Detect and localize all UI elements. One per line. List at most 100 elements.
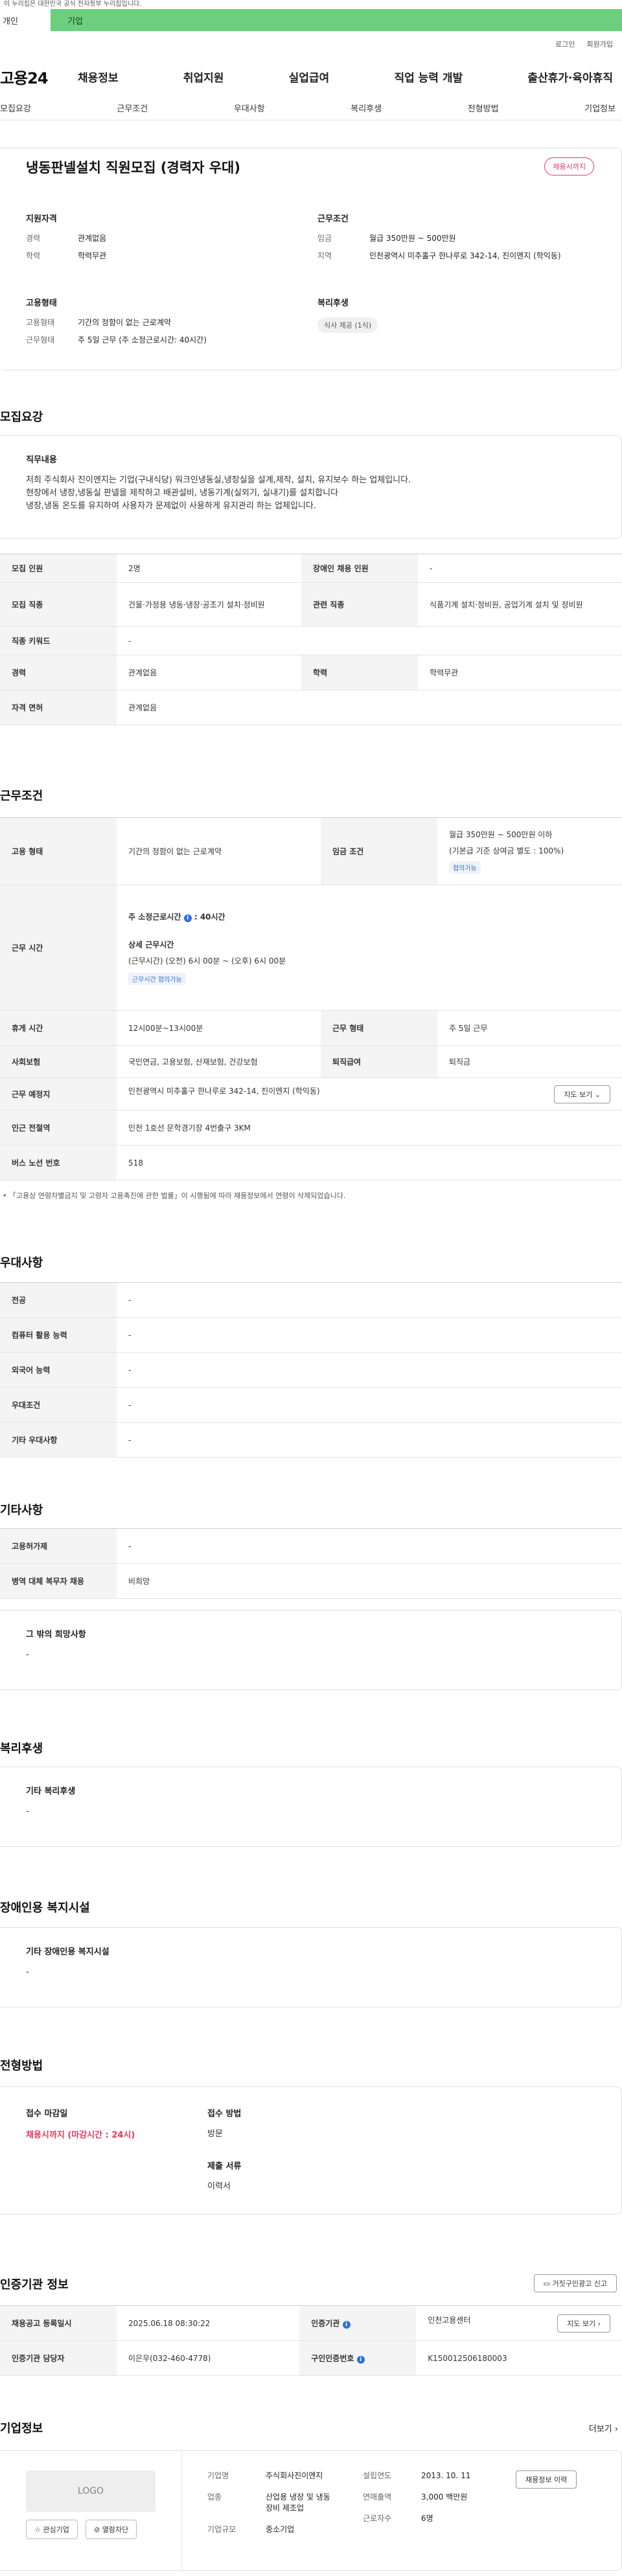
method-block: 접수 방법 방문 제출 서류 이력서 [207,2107,241,2193]
disabled-heading: 기타 장애인용 복지시설 [26,1947,109,1957]
company-col-2: 설립연도 2013. 10. 11 연매출액 3,000 백만원 근로자수 6명 [363,2470,492,2531]
cell-key: 채용공고 등록일시 [0,2305,117,2341]
row-value: 2013. 10. 11 [421,2471,471,2480]
anchor-process[interactable]: 전형방법 [468,102,499,114]
cell-value: 비희망 [117,1563,622,1599]
cell-value: 12시00분~13시00분 [117,1010,321,1046]
table-row: 컴퓨터 활용 능력 - [0,1317,622,1353]
gnb-item-employment-support[interactable]: 취업지원 [183,69,224,85]
row-key: 임금 [317,234,332,243]
cell-key-with-icon: 구인인증번호 i [299,2340,417,2376]
cell-value: 518 [117,1145,622,1181]
table-row: 모집 직종 건물·가정용 냉동·냉장·공조기 설치·정비원 관련 직종 식품기계… [0,582,622,627]
global-nav: 고용24 채용정보 취업지원 실업급여 직업 능력 개발 출산휴가·육아휴직 [0,57,622,96]
cell-key: 고용 형태 [0,817,117,885]
gnb-item-unemployment[interactable]: 실업급여 [289,69,330,85]
login-link[interactable]: 로그인 [555,39,575,49]
anchor-welfare[interactable]: 복리후생 [351,102,382,114]
divider [181,2451,182,2571]
wage-cell: 월급 350만원 ~ 500만원 이하 (기본급 기준 상여금 별도 : 100… [437,817,622,885]
table-row: 기타 우대사항 - [0,1422,622,1458]
gnb-item-training[interactable]: 직업 능력 개발 [394,69,463,85]
section-agency-title: 인증기관 정보 [0,2278,69,2292]
table-row: 인증기관 담당자 이은우(032-460-4778) 구인인증번호 i K150… [0,2340,622,2376]
duty-line: 냉장,냉동 온도를 유지하여 사용자가 문제없이 사용하게 유지관리 하는 업체… [26,501,316,511]
job-title: 냉동판넬설치 직원모집 (경력자 우대) [26,160,240,175]
anchor-work[interactable]: 근무조건 [117,102,148,114]
row-value: 월급 350만원 ~ 500만원 [369,234,456,243]
row-value: 중소기업 [266,2525,295,2534]
summary-qual-heading: 지원자격 [26,214,57,224]
welfare-value: - [26,1807,29,1816]
company-box: LOGO ☆ 관심기업 ⊘ 열람차단 기업명 주식회사진이엔지 업종 산업용 냉장 … [0,2450,622,2571]
cell-key: 자격 면허 [0,690,117,725]
chevron-right-icon: › [597,2319,601,2328]
wage-line: 월급 350만원 ~ 500만원 이하 [448,830,553,839]
row-value: 산업용 냉장 및 냉동 장비 제조업 [266,2492,330,2513]
cell-key: 버스 노선 번호 [0,1145,117,1181]
anchor-recruit[interactable]: 모집요강 [0,102,31,114]
row-key: 고용형태 [26,318,55,327]
cell-key: 외국어 능력 [0,1352,117,1388]
etc-hope-value: - [26,1650,29,1660]
agency-map-button[interactable]: 지도 보기 › [557,2314,610,2333]
block-button[interactable]: ⊘ 열람차단 [86,2520,137,2539]
info-icon[interactable]: i [356,2356,365,2364]
table-row: 경력 관계없음 학력 학력무관 [0,655,622,690]
section-disabled-title: 장애인용 복지시설 [0,1901,90,1915]
cell-key: 직종 키워드 [0,626,117,655]
cell-key: 인증기관 담당자 [0,2340,117,2376]
history-button[interactable]: 채용정보 이력 [516,2470,577,2489]
gnb-item-jobs[interactable]: 채용정보 [78,69,119,85]
cell-value: 2명 [117,554,302,583]
info-icon[interactable]: i [342,2321,351,2329]
table-row: 인근 전철역 인천 1호선 문학경기장 4번출구 3KM [0,1110,622,1146]
deadline-block: 접수 마감일 채용시까지 (마감시간 : 24시) [26,2107,135,2140]
welfare-heading: 기타 복리후생 [26,1787,76,1796]
cell-key: 관련 직종 [301,582,419,627]
hours-negotiable-tag: 근무시간 협의가능 [128,972,186,985]
favorite-button[interactable]: ☆ 관심기업 [26,2520,78,2539]
table-row: 전공 - [0,1282,622,1318]
anchor-company[interactable]: 기업정보 [584,102,616,114]
top-tabbar: 개인 기업 [0,9,622,31]
more-link[interactable]: 더보기 › [589,2422,618,2434]
chevron-down-icon: ⌄ [594,1090,601,1099]
map-button[interactable]: 지도 보기 ⌄ [554,1085,610,1103]
summary-emp: 고용형태 고용형태 기간의 정함이 없는 근로계약 근무형태 주 5일 근무 (주 … [26,296,298,352]
duty-line: 저희 주식회사 진이엔지는 기업(구내식당) 워크인냉동실,냉장실을 설계,제작… [26,475,411,485]
row-key: 기업명 [207,2471,229,2480]
row-key: 근로자수 [363,2514,392,2523]
cell-value: - [117,1352,622,1388]
cell-value: 2025.06.18 08:30:22 [117,2305,300,2341]
report-icon: ▭ [543,2279,551,2288]
cell-value: - [117,1282,622,1318]
table-row: 직종 키워드 - [0,626,622,655]
cell-key: 사회보험 [0,1045,117,1078]
gnb-item-leave[interactable]: 출산휴가·육아휴직 [527,69,613,85]
table-row: 모집 인원 2명 장애인 채용 인원 - [0,554,622,583]
cell-value: 퇴직금 [437,1045,622,1078]
cell-key: 임금 조건 [320,817,437,885]
site-logo[interactable]: 고용24 [0,65,78,88]
report-button[interactable]: ▭ 거짓구인광고 신고 [533,2274,617,2292]
tab-personal[interactable]: 개인 [0,9,51,31]
company-row: 설립연도 2013. 10. 11 [363,2470,492,2481]
summary-qual: 지원자격 경력 관계없음 학력 학력무관 [26,212,298,268]
cell-key: 장애인 채용 인원 [301,554,419,583]
cell-key: 기타 우대사항 [0,1422,117,1458]
cell-value: 건물·가정용 냉동·냉장·공조기 설치·정비원 [117,582,302,627]
agency-map-label: 지도 보기 [567,2319,596,2328]
location-value: 인천광역시 미추홀구 한나루로 342-14, 진이엔지 (학익동) [128,1086,320,1096]
row-value: 기간의 정함이 없는 근로계약 [78,318,171,327]
cell-key-text: 인증기관 [311,2319,340,2328]
tab-company[interactable]: 기업 [51,9,622,31]
disabled-box: 기타 장애인용 복지시설 - [0,1927,622,2007]
section-etc-title: 기타사항 [0,1504,43,1517]
table-row: 근무 예정지 인천광역시 미추홀구 한나루로 342-14, 진이엔지 (학익동… [0,1078,622,1111]
signup-link[interactable]: 회원가입 [587,39,613,49]
info-icon[interactable]: i [183,914,192,922]
report-button-label: 거짓구인광고 신고 [552,2279,607,2288]
anchor-pref[interactable]: 우대사항 [234,102,265,114]
cell-value: 관계없음 [117,690,622,725]
